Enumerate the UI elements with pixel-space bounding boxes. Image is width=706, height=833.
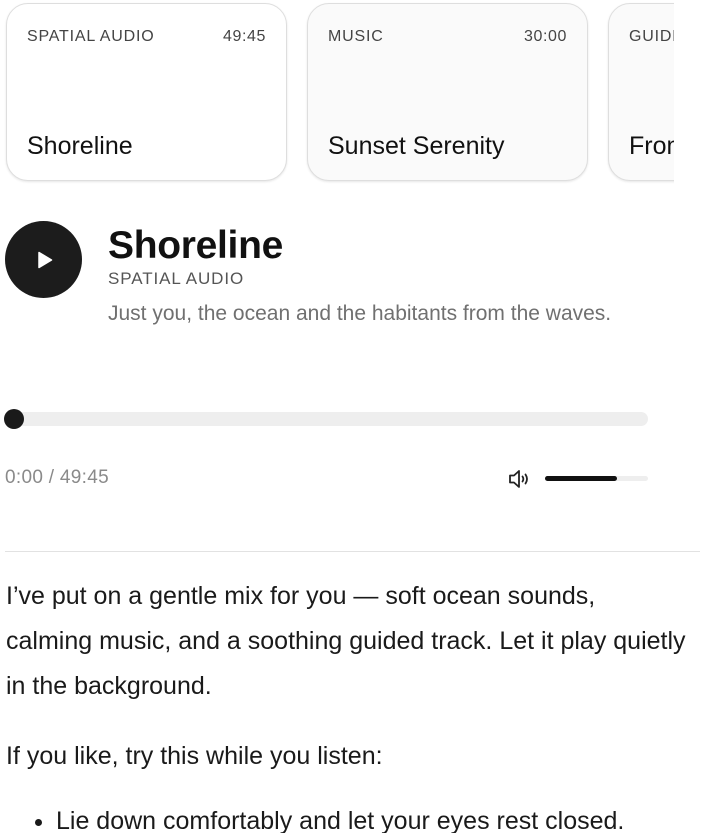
card-category: SPATIAL AUDIO [27, 28, 155, 45]
message-list: Lie down comfortably and let your eyes r… [6, 799, 686, 833]
time-display: 0:00 / 49:45 [5, 467, 109, 488]
list-item: Lie down comfortably and let your eyes r… [56, 799, 686, 833]
card-duration: 30:00 [523, 28, 567, 45]
message-paragraph: I’ve put on a gentle mix for you — soft … [6, 582, 686, 700]
message-paragraph: If you like, try this while you listen: [6, 742, 383, 770]
volume-slider[interactable] [545, 476, 648, 481]
card-category: MUSIC [328, 28, 384, 45]
track-card-guided[interactable]: GUIDE From [608, 3, 674, 181]
track-card-sunset-serenity[interactable]: MUSIC 30:00 Sunset Serenity [307, 3, 588, 181]
play-icon [38, 251, 53, 269]
divider [5, 551, 700, 552]
page: SPATIAL AUDIO 49:45 Shoreline MUSIC 30:0… [0, 0, 706, 833]
volume-level [545, 476, 618, 481]
card-title: Shoreline [27, 132, 133, 160]
now-playing-description: Just you, the ocean and the habitants fr… [108, 302, 612, 325]
play-button[interactable] [5, 221, 82, 298]
now-playing-category: SPATIAL AUDIO [108, 269, 245, 288]
card-title: Sunset Serenity [328, 132, 505, 160]
card-title: From [629, 132, 674, 160]
card-category: GUIDE [629, 28, 674, 45]
progress-handle[interactable] [4, 409, 24, 429]
volume-icon[interactable] [507, 467, 533, 496]
track-card-shoreline[interactable]: SPATIAL AUDIO 49:45 Shoreline [6, 3, 287, 181]
now-playing-title: Shoreline [108, 224, 284, 267]
assistant-message: I’ve put on a gentle mix for you — soft … [6, 574, 686, 833]
progress-bar[interactable] [6, 412, 648, 426]
card-duration: 49:45 [222, 28, 266, 45]
track-carousel: SPATIAL AUDIO 49:45 Shoreline MUSIC 30:0… [0, 0, 674, 190]
